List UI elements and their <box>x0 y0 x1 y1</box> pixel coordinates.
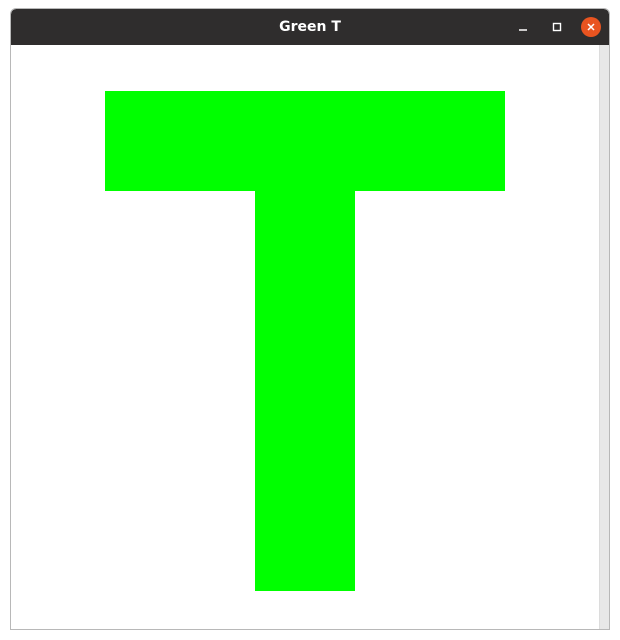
app-window: Green T <box>10 8 610 630</box>
t-stem <box>255 191 355 591</box>
title-bar[interactable]: Green T <box>11 9 609 45</box>
vertical-scrollbar[interactable] <box>599 45 609 629</box>
minimize-icon <box>519 29 527 31</box>
maximize-icon <box>552 22 562 32</box>
drawing-canvas <box>11 45 599 629</box>
close-icon <box>587 23 595 31</box>
minimize-button[interactable] <box>513 17 533 37</box>
window-controls <box>499 9 601 45</box>
close-button[interactable] <box>581 17 601 37</box>
t-crossbar <box>105 91 505 191</box>
maximize-button[interactable] <box>547 17 567 37</box>
